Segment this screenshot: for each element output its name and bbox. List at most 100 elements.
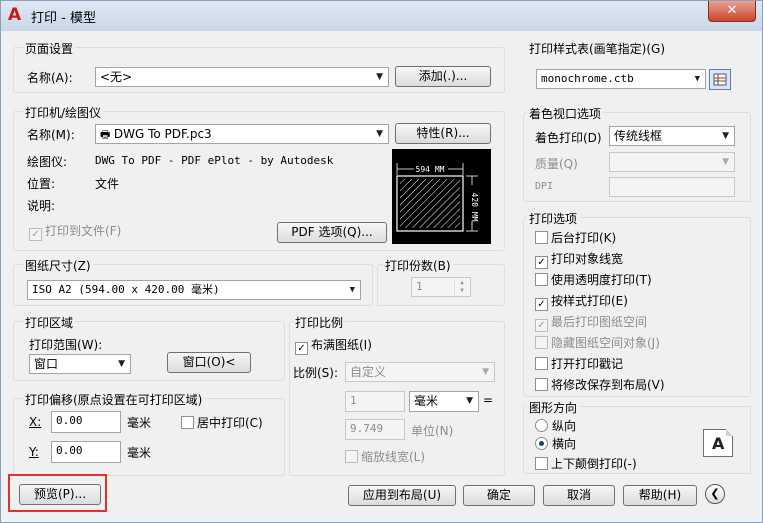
fit-to-paper-label: 布满图纸(I) (311, 338, 372, 352)
orientation-letter: A (712, 434, 725, 453)
highlight-box (8, 474, 107, 512)
plot-to-file-checkbox[interactable]: ✓ 打印到文件(F) (29, 224, 121, 241)
chevron-down-icon: ▼ (376, 129, 383, 139)
plotter-properties-button[interactable]: 特性(R)... (395, 123, 491, 144)
scale-lineweights-label: 缩放线宽(L) (361, 450, 426, 464)
help-button[interactable]: 帮助(H) (623, 485, 697, 506)
chevron-down-icon: ▼ (722, 131, 729, 141)
radio-selected-icon (535, 437, 548, 450)
scale-label: 比例(S): (293, 366, 339, 380)
offset-x-input[interactable]: 0.00 (51, 411, 121, 433)
plot-option-checkbox[interactable]: ✓ 打印对象线宽 (535, 252, 623, 269)
plot-range-value: 窗口 (34, 357, 59, 371)
plot-option-label: 后台打印(K) (551, 231, 617, 245)
paper-size-label: 图纸尺寸(Z) (23, 257, 93, 274)
plot-option-label: 使用透明度打印(T) (551, 273, 652, 287)
plot-option-checkbox[interactable]: 打开打印戳记 (535, 357, 623, 371)
page-setup-name-select[interactable]: <无> ▼ (95, 67, 389, 87)
apply-to-layout-button[interactable]: 应用到布局(U) (348, 485, 456, 506)
plot-scale-label: 打印比例 (293, 314, 346, 331)
preview-height-label: 420 MM (470, 193, 479, 222)
upside-down-checkbox[interactable]: 上下颠倒打印(-) (535, 457, 637, 471)
plot-range-select[interactable]: 窗口 ▼ (29, 354, 131, 374)
ok-button[interactable]: 确定 (463, 485, 535, 506)
quality-select[interactable]: ▼ (609, 152, 735, 172)
plot-option-checkbox[interactable]: ✓ 最后打印图纸空间 (535, 315, 647, 332)
cancel-button[interactable]: 取消 (543, 485, 615, 506)
plot-option-checkbox[interactable]: 隐藏图纸空间对象(J) (535, 336, 660, 350)
plot-option-label: 按样式打印(E) (551, 294, 628, 308)
chevron-down-icon: ▼ (694, 74, 700, 84)
units-label: 单位(N) (411, 424, 454, 438)
collapse-options-button[interactable]: ❮ (705, 484, 725, 504)
scale-value2-input[interactable]: 9.749 (345, 419, 405, 440)
scale-unit-select[interactable]: 毫米 ▼ (409, 391, 479, 412)
plotter-value: DWG To PDF - PDF ePlot - by Autodesk (95, 154, 334, 167)
plotter-label: 绘图仪: (27, 155, 68, 169)
dpi-label: DPI (535, 181, 554, 192)
chevron-left-icon: ❮ (710, 487, 720, 500)
preview-width-label: 594 MM (416, 165, 445, 174)
plot-option-checkbox[interactable]: ✓ 按样式打印(E) (535, 294, 628, 311)
checkbox-icon (181, 416, 194, 429)
portrait-label: 纵向 (552, 419, 577, 433)
offset-x-label: X: (29, 415, 42, 429)
autocad-logo-icon: A (8, 5, 22, 25)
plotter-name-value: DWG To PDF.pc3 (113, 127, 212, 141)
portrait-radio[interactable]: 纵向 (535, 419, 576, 433)
edit-plot-style-button[interactable] (709, 69, 731, 90)
landscape-radio[interactable]: 横向 (535, 437, 576, 451)
chevron-down-icon: ▼ (466, 396, 473, 406)
shade-plot-select[interactable]: 传统线框 ▼ (609, 126, 735, 146)
offset-y-input[interactable]: 0.00 (51, 441, 121, 463)
checkbox-icon (535, 231, 548, 244)
spinner-arrows-icon[interactable]: ▲ ▼ (454, 279, 469, 295)
plotter-name-label: 名称(M): (27, 128, 75, 142)
pdf-options-button[interactable]: PDF 选项(Q)... (277, 222, 387, 243)
checkmark-icon: ✓ (29, 228, 42, 241)
scale-unit-value: 毫米 (414, 394, 439, 408)
add-page-setup-button[interactable]: 添加(.)... (395, 66, 491, 87)
scale-lineweights-checkbox[interactable]: 缩放线宽(L) (345, 450, 425, 464)
offset-y-unit: 毫米 (127, 446, 152, 460)
plot-option-checkbox[interactable]: 将修改保存到布局(V) (535, 378, 665, 392)
plot-style-table-value: monochrome.ctb (541, 72, 634, 85)
location-label: 位置: (27, 177, 56, 191)
center-plot-checkbox[interactable]: 居中打印(C) (181, 416, 263, 430)
dpi-input[interactable] (609, 177, 735, 197)
scale-value: 自定义 (350, 365, 387, 379)
shade-plot-value: 传统线框 (614, 129, 663, 143)
window-title: 打印 - 模型 (31, 11, 96, 26)
radio-icon (535, 419, 548, 432)
checkbox-icon (535, 273, 548, 286)
plot-offset-group (13, 398, 285, 476)
paper-size-select[interactable]: ISO A2 (594.00 x 420.00 毫米) ▼ (27, 280, 361, 300)
dialog-body: 页面设置 名称(A): <无> ▼ 添加(.)... 打印机/绘图仪 名称(M):… (9, 31, 754, 516)
offset-y-label: Y: (29, 445, 39, 459)
plot-style-table-select[interactable]: monochrome.ctb ▼ (536, 69, 706, 89)
landscape-label: 横向 (552, 437, 577, 451)
description-label: 说明: (27, 199, 56, 213)
plot-option-checkbox[interactable]: 后台打印(K) (535, 231, 616, 245)
paper-preview: 594 MM 420 MM (392, 149, 491, 244)
plot-option-label: 最后打印图纸空间 (551, 315, 648, 329)
chevron-down-icon: ▼ (722, 157, 729, 167)
quality-label: 质量(Q) (535, 157, 578, 171)
scale-select[interactable]: 自定义 ▼ (345, 362, 495, 382)
equals-sign: = (483, 393, 494, 407)
offset-x-unit: 毫米 (127, 416, 152, 430)
orientation-label: 图形方向 (527, 399, 580, 416)
scale-value1-input[interactable]: 1 (345, 391, 405, 412)
window-select-button[interactable]: 窗口(O)< (167, 352, 251, 373)
plotter-name-select[interactable]: 🖶 DWG To PDF.pc3 ▼ (95, 124, 389, 144)
plot-option-label: 隐藏图纸空间对象(J) (551, 336, 660, 350)
plot-option-checkbox[interactable]: 使用透明度打印(T) (535, 273, 652, 287)
location-value: 文件 (95, 177, 120, 191)
chevron-down-icon: ▼ (482, 367, 489, 377)
fit-to-paper-checkbox[interactable]: ✓ 布满图纸(I) (295, 338, 372, 355)
copies-input[interactable]: 1 ▲ ▼ (411, 277, 471, 297)
checkmark-icon: ✓ (535, 256, 548, 269)
close-button[interactable]: ✕ (708, 1, 756, 22)
page-setup-name-value: <无> (100, 70, 133, 84)
checkbox-icon (535, 378, 548, 391)
